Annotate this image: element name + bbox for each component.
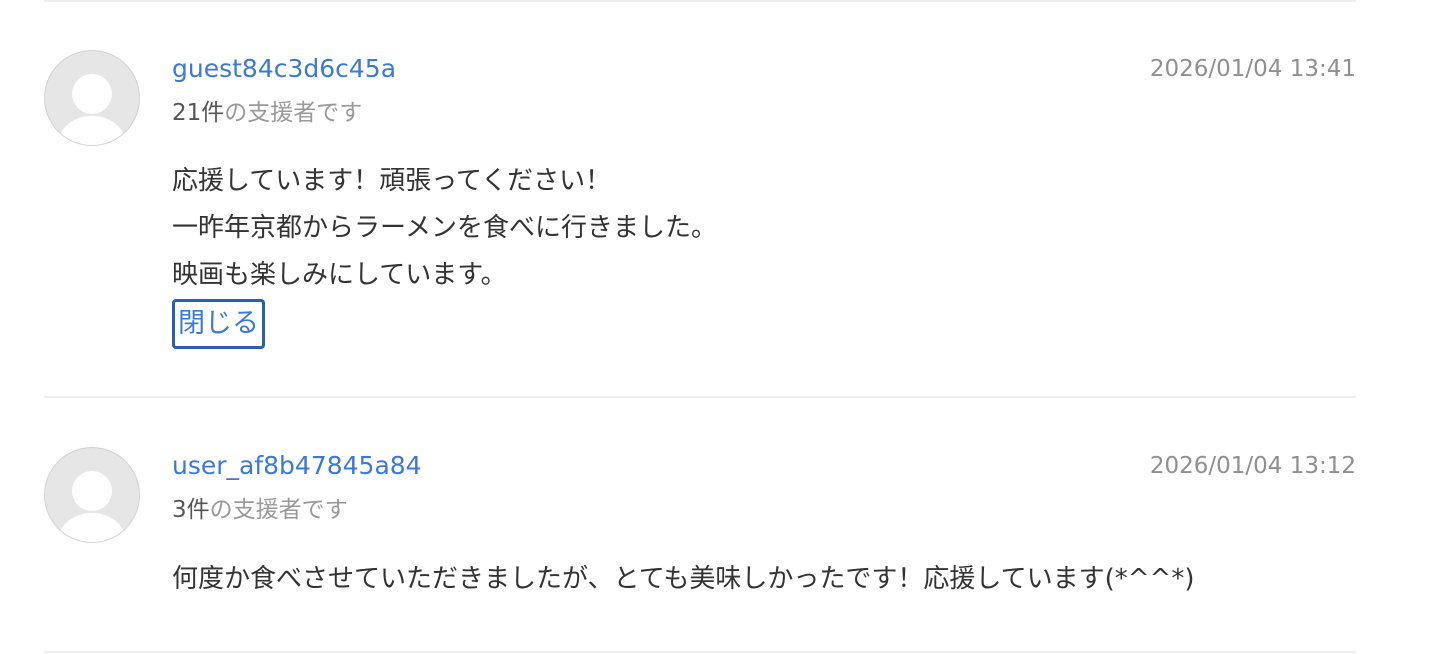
user-avatar-icon[interactable] xyxy=(44,50,140,146)
comment-timestamp: 2026/01/04 13:12 xyxy=(1149,453,1356,479)
comment-text-line: 映画も楽しみにしています。 xyxy=(172,260,507,290)
collapse-comment-button[interactable]: 閉じる xyxy=(172,299,265,349)
avatar-silhouette xyxy=(58,74,126,145)
top-divider xyxy=(44,0,1356,2)
comment-item: guest84c3d6c45a 2026/01/04 13:41 21件の支援者… xyxy=(44,50,1356,350)
comment-username[interactable]: user_af8b47845a84 xyxy=(172,447,422,485)
comment-divider xyxy=(44,396,1356,398)
supporter-info: 21件の支援者です xyxy=(172,96,362,130)
comment-text-line: 何度か食べさせていただきましたが、とても美味しかったです！応援しています(*^^… xyxy=(172,564,1195,594)
comment-item: user_af8b47845a84 2026/01/04 13:12 3件の支援… xyxy=(44,447,1356,607)
avatar-silhouette xyxy=(58,471,126,542)
supporter-count: 3件 xyxy=(172,497,210,523)
comment-divider xyxy=(44,651,1356,653)
supporter-info: 3件の支援者です xyxy=(172,493,348,527)
supporter-label: の支援者です xyxy=(224,100,363,126)
user-avatar-icon[interactable] xyxy=(44,447,140,543)
comment-username[interactable]: guest84c3d6c45a xyxy=(172,50,396,88)
comment-text-line: 一昨年京都からラーメンを食べに行きました。 xyxy=(172,213,717,243)
supporter-count: 21件 xyxy=(172,100,225,126)
supporter-label: の支援者です xyxy=(209,497,348,523)
comment-timestamp: 2026/01/04 13:41 xyxy=(1149,56,1356,82)
comment-text-line: 応援しています！頑張ってください！ xyxy=(172,166,612,196)
